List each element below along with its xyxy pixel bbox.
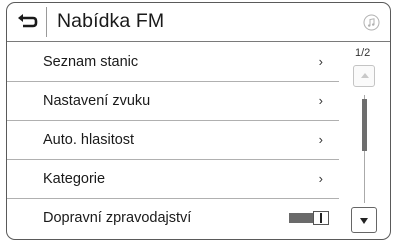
back-arrow-icon xyxy=(18,14,38,28)
scroll-up-button[interactable] xyxy=(353,65,375,87)
menu-item-sound-settings[interactable]: Nastavení zvuku › xyxy=(7,82,339,121)
menu-item-label: Auto. hlasitost xyxy=(43,132,135,148)
page-title: Nabídka FM xyxy=(57,10,165,32)
menu-item-label: Seznam stanic xyxy=(43,54,139,70)
menu-item-label: Dopravní zpravodajství xyxy=(43,210,192,226)
toggle-track xyxy=(289,213,313,223)
scroll-up-icon xyxy=(361,73,369,78)
scroll-down-button[interactable] xyxy=(351,207,377,233)
menu-item-label: Nastavení zvuku xyxy=(43,93,151,109)
menu-item-auto-volume[interactable]: Auto. hlasitost › xyxy=(7,121,339,160)
menu-item-label: Kategorie xyxy=(43,171,106,187)
scrollbar[interactable]: 1/2 xyxy=(349,47,385,237)
music-note-icon[interactable] xyxy=(363,14,380,31)
menu-item-station-list[interactable]: Seznam stanic › xyxy=(7,43,339,82)
menu-item-category[interactable]: Kategorie › xyxy=(7,160,339,199)
chevron-right-icon: › xyxy=(318,171,323,186)
toggle-on-mark xyxy=(320,213,322,223)
chevron-right-icon: › xyxy=(318,54,323,69)
chevron-right-icon: › xyxy=(318,93,323,108)
header-bar: Nabídka FM xyxy=(7,3,390,42)
back-button[interactable] xyxy=(11,7,47,37)
menu-list: Seznam stanic › Nastavení zvuku › Auto. … xyxy=(7,43,339,238)
scroll-thumb[interactable] xyxy=(362,99,367,151)
scroll-down-icon xyxy=(360,218,368,224)
page-indicator: 1/2 xyxy=(355,47,371,59)
screen-frame: Nabídka FM Seznam stanic › Nastavení zvu… xyxy=(6,2,391,240)
traffic-news-toggle[interactable] xyxy=(289,211,329,225)
chevron-right-icon: › xyxy=(318,132,323,147)
menu-item-traffic-news[interactable]: Dopravní zpravodajství xyxy=(7,199,339,238)
